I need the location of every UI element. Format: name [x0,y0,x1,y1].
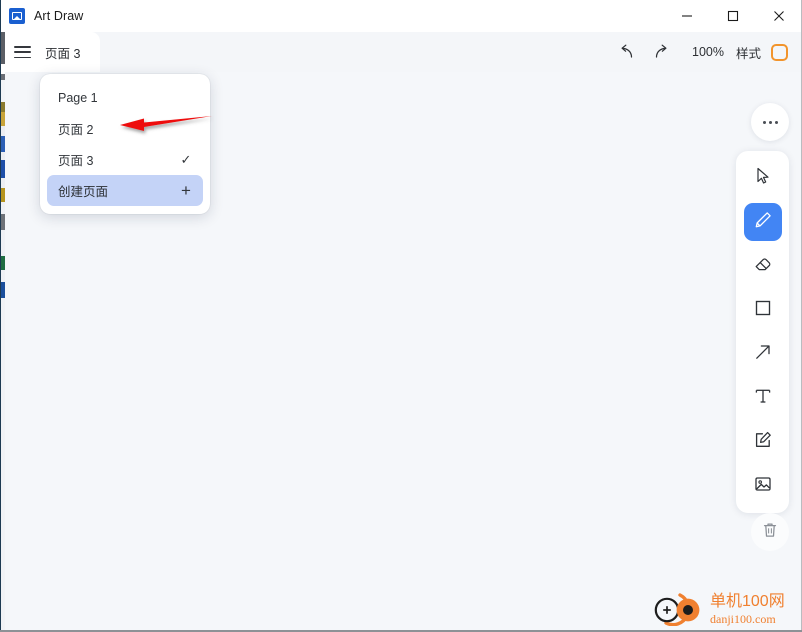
note-edit-icon [753,430,773,455]
plus-icon: + [181,181,191,200]
tab-strip: 页面 3 100% 样式 [0,32,802,72]
watermark-line-1: 单机100网 [710,592,785,610]
image-tool-button[interactable] [744,467,782,505]
pencil-icon [753,210,773,235]
page-tab-label: 页面 3 [45,46,81,61]
style-swatch[interactable] [771,43,788,61]
style-label[interactable]: 样式 [736,43,761,62]
menu-item-label: 创建页面 [58,185,109,199]
eraser-icon [753,254,773,279]
title-bar: Art Draw [0,0,802,32]
text-tool-button[interactable] [744,379,782,417]
watermark: 单机100网 danji100.com [650,592,785,627]
tool-dock [736,151,789,513]
select-tool-button[interactable] [744,159,782,197]
close-button[interactable] [756,0,802,32]
text-t-icon [753,386,773,411]
note-tool-button[interactable] [744,423,782,461]
page-dropdown-menu: Page 1 页面 2 页面 3 ✓ 创建页面 + [40,74,210,214]
menu-item-label: Page 1 [58,90,98,105]
zoom-level[interactable]: 100% [692,45,724,59]
image-icon [753,474,773,499]
menu-item-page-1[interactable]: Page 1 [47,82,203,113]
eraser-tool-button[interactable] [744,247,782,285]
undo-arrow-icon[interactable] [610,35,644,69]
rectangle-tool-button[interactable] [744,291,782,329]
arrow-tool-button[interactable] [744,335,782,373]
watermark-line-2: danji100.com [710,611,776,626]
menu-item-label: 页面 2 [58,123,94,137]
menu-item-page-2[interactable]: 页面 2 [47,113,203,144]
maximize-button[interactable] [710,0,756,32]
check-icon: ✓ [180,152,192,167]
cursor-icon [753,166,773,191]
redo-arrow-icon[interactable] [644,35,678,69]
window-controls [664,0,802,32]
watermark-logo-icon [650,592,706,627]
menu-item-create-page[interactable]: 创建页面 + [47,175,203,206]
window-border-left [0,0,1,632]
app-window: Art Draw 页面 3 100% 样式 Page 1 页面 2 页面 3 ✓… [0,0,802,632]
app-title: Art Draw [34,9,84,23]
hamburger-icon[interactable] [14,46,31,58]
arrow-up-right-icon [753,342,773,367]
delete-button[interactable] [751,513,789,551]
pen-tool-button[interactable] [743,203,782,241]
app-icon [9,8,25,24]
trash-icon [761,521,779,544]
minimize-button[interactable] [664,0,710,32]
page-tab[interactable]: 页面 3 [0,32,100,72]
menu-item-page-3[interactable]: 页面 3 ✓ [47,144,203,175]
top-toolbar: 100% 样式 [610,32,802,72]
more-dots-icon[interactable] [751,103,789,141]
menu-item-label: 页面 3 [58,154,94,168]
square-icon [753,298,773,323]
